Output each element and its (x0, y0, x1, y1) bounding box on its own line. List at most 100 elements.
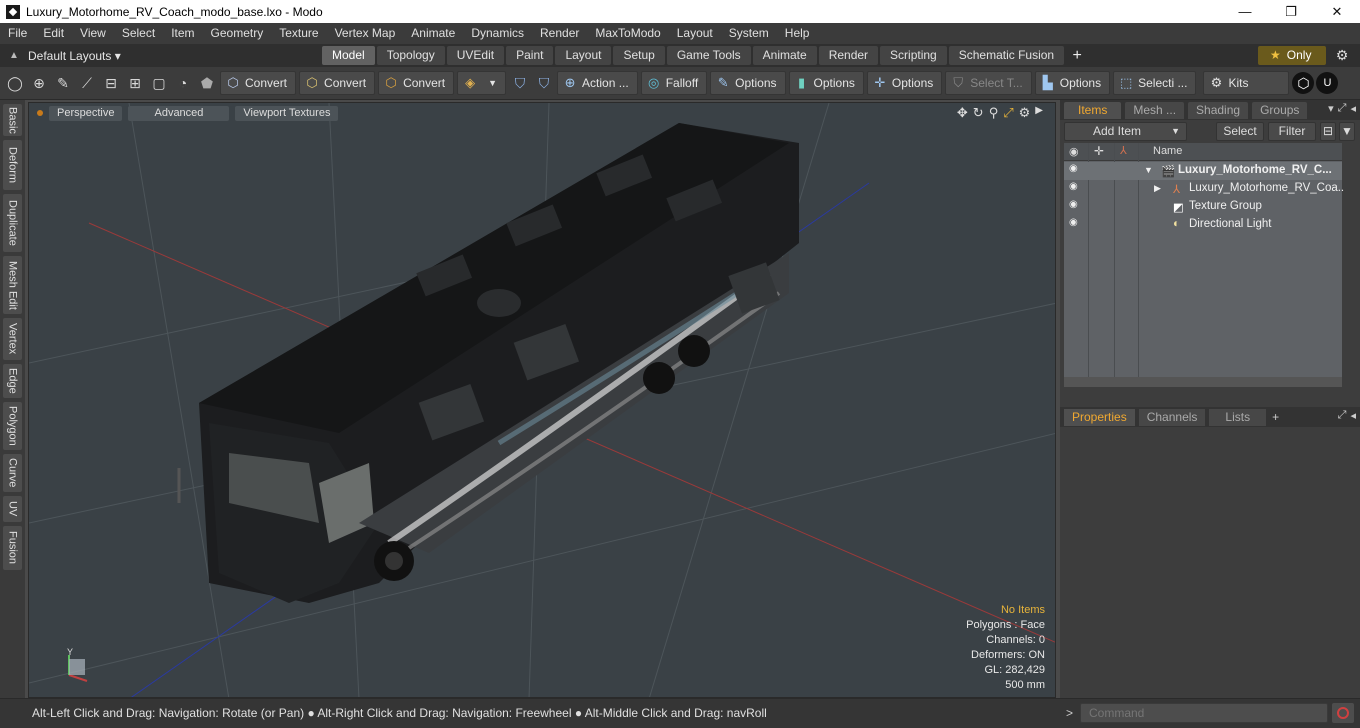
tab-game-tools[interactable]: Game Tools (666, 46, 751, 65)
tab-schematic-fusion[interactable]: Schematic Fusion (948, 46, 1065, 65)
default-layouts-dropdown[interactable]: ▲ Default Layouts ▾ (0, 44, 322, 67)
sculpt-icon[interactable]: ⟋ (76, 72, 98, 94)
tab-setup[interactable]: Setup (613, 46, 665, 65)
collapse-up-icon[interactable]: ▲ (0, 50, 28, 61)
tab-fusion[interactable]: Fusion (3, 526, 22, 570)
close-button[interactable]: ✕ (1314, 0, 1360, 23)
viewport-gear-icon[interactable]: ⚙ (1019, 105, 1031, 121)
expand-arrow-icon[interactable]: ▼ (1144, 165, 1153, 175)
expand-icon[interactable]: ⤢ (1338, 409, 1347, 422)
cube-dropdown-button[interactable]: ◈ ▼ (457, 71, 507, 95)
eye-icon[interactable]: ◉ (1069, 199, 1081, 210)
menu-edit[interactable]: Edit (35, 23, 72, 44)
perspective-button[interactable]: Perspective (49, 105, 123, 121)
eye-icon[interactable]: ◉ (1069, 181, 1081, 192)
tab-render[interactable]: Render (818, 46, 879, 65)
tab-duplicate[interactable]: Duplicate (3, 194, 22, 252)
chevron-down-icon[interactable]: ▾ (1328, 102, 1334, 115)
snapping-icon[interactable]: ⛉ (533, 72, 555, 94)
tree-row-scene[interactable]: ◉ ▼ 🎬 Luxury_Motorhome_RV_C... (1064, 162, 1342, 180)
menu-geometry[interactable]: Geometry (203, 23, 272, 44)
menu-animate[interactable]: Animate (403, 23, 463, 44)
tab-uvedit[interactable]: UVEdit (446, 46, 505, 65)
gear-icon[interactable]: ⚙ (1332, 47, 1352, 65)
menu-help[interactable]: Help (777, 23, 818, 44)
tab-uv[interactable]: UV (3, 496, 22, 522)
unreal-icon[interactable]: U (1316, 72, 1339, 94)
maximize-button[interactable]: ❐ (1268, 0, 1314, 23)
tab-vertex[interactable]: Vertex (3, 318, 22, 360)
select-button[interactable]: Select (1216, 122, 1264, 141)
tab-polygon[interactable]: Polygon (3, 402, 22, 450)
tab-animate[interactable]: Animate (752, 46, 817, 65)
tab-groups[interactable]: Groups (1252, 101, 1308, 119)
menu-view[interactable]: View (72, 23, 114, 44)
tab-properties[interactable]: Properties (1064, 408, 1135, 426)
tree-row-texture-group[interactable]: ◉ ◩ Texture Group (1064, 198, 1342, 216)
viewport-textures-button[interactable]: Viewport Textures (235, 105, 339, 121)
command-input[interactable] (1080, 703, 1328, 723)
tab-scripting[interactable]: Scripting (880, 46, 947, 65)
shield-cube-icon[interactable]: ⬟ (196, 72, 218, 94)
options-button-1[interactable]: ✎ Options (710, 71, 786, 95)
tab-layout[interactable]: Layout (555, 46, 612, 65)
unity-icon[interactable]: ⬡ (1292, 72, 1315, 94)
menu-system[interactable]: System (721, 23, 777, 44)
horizontal-scrollbar[interactable] (1064, 377, 1342, 387)
tree-row-directional-light[interactable]: ◉ ◐ Directional Light (1064, 216, 1342, 234)
menu-maxtomodo[interactable]: MaxToModo (587, 23, 668, 44)
convert-button-2[interactable]: ⬡ Convert (299, 71, 376, 95)
only-toggle[interactable]: ★ Only (1258, 46, 1326, 65)
tab-channels[interactable]: Channels (1138, 408, 1206, 426)
menu-render[interactable]: Render (532, 23, 587, 44)
action-center-button[interactable]: ⊕ Action ... (557, 71, 638, 95)
item-mode-icon[interactable]: ◔ (172, 72, 194, 94)
vertices-mode-icon[interactable]: ◯ (4, 72, 26, 94)
materials-icon[interactable]: ▢ (148, 72, 170, 94)
options-button-2[interactable]: ▮ Options (788, 71, 864, 95)
tab-items[interactable]: Items (1064, 101, 1122, 119)
options-button-4[interactable]: ▙ Options (1034, 71, 1111, 95)
falloff-button[interactable]: ◎ Falloff (640, 71, 708, 95)
advanced-button[interactable]: Advanced (128, 105, 230, 121)
add-tab-button[interactable]: + (1272, 410, 1279, 424)
tab-paint[interactable]: Paint (506, 46, 554, 65)
expand-arrow-icon[interactable]: ▶ (1154, 183, 1161, 194)
record-macro-button[interactable] (1332, 703, 1354, 723)
tab-model[interactable]: Model (322, 46, 375, 65)
select-tool-button[interactable]: ⛉ Select T... (945, 71, 1032, 95)
filter-button[interactable]: Filter (1268, 122, 1316, 141)
tab-mesh-edit[interactable]: Mesh Edit (3, 256, 22, 314)
vertical-scrollbar[interactable] (1344, 143, 1356, 387)
3d-viewport[interactable]: Perspective Advanced Viewport Textures ✥… (28, 102, 1056, 698)
tab-edge[interactable]: Edge (3, 364, 22, 398)
tab-basic[interactable]: Basic (3, 104, 22, 136)
pen-tool-icon[interactable]: ✎ (52, 72, 74, 94)
menu-texture[interactable]: Texture (271, 23, 326, 44)
panel-arrow-icon[interactable]: ◂ (1350, 409, 1356, 422)
menu-layout[interactable]: Layout (669, 23, 721, 44)
tab-lists[interactable]: Lists (1209, 408, 1267, 426)
edges-mode-icon[interactable]: ⊟ (100, 72, 122, 94)
viewport-menu-arrow-icon[interactable]: ▶ (1035, 105, 1043, 121)
add-tab-button[interactable]: + (1066, 47, 1088, 65)
add-item-button[interactable]: Add Item ▼ (1064, 122, 1187, 141)
tab-topology[interactable]: Topology (376, 46, 445, 65)
tree-row-mesh[interactable]: ◉ ▶ ⅄ Luxury_Motorhome_RV_Coa... (1064, 180, 1347, 198)
tab-shading[interactable]: Shading (1188, 101, 1249, 119)
panel-arrow-icon[interactable]: ◂ (1350, 102, 1356, 115)
menu-item[interactable]: Item (163, 23, 202, 44)
selection-button[interactable]: ⬚ Selecti ... (1113, 71, 1197, 95)
fit-view-icon[interactable]: ⤢ (1003, 105, 1013, 121)
menu-dynamics[interactable]: Dynamics (463, 23, 532, 44)
move-view-icon[interactable]: ✥ (957, 105, 968, 121)
rotate-view-icon[interactable]: ↻ (973, 105, 984, 121)
tab-mesh[interactable]: Mesh ... (1125, 101, 1185, 119)
zoom-view-icon[interactable]: ⚲ (989, 105, 999, 121)
polygons-mode-icon[interactable]: ⊞ (124, 72, 146, 94)
tab-deform[interactable]: Deform (3, 140, 22, 190)
expand-icon[interactable]: ⤢ (1338, 102, 1347, 115)
menu-vertex-map[interactable]: Vertex Map (327, 23, 404, 44)
kits-button[interactable]: ⚙ Kits (1203, 71, 1290, 95)
menu-file[interactable]: File (0, 23, 35, 44)
